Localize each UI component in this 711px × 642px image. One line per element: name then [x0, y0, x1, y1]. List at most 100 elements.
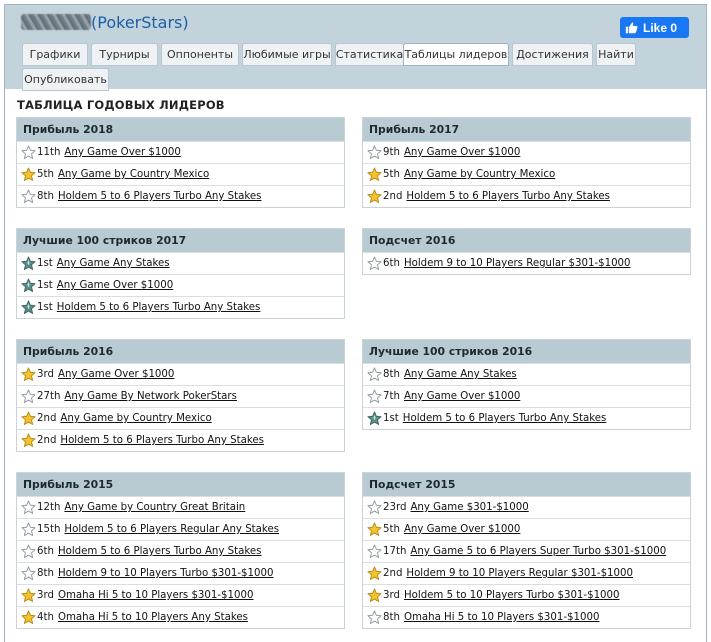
leaderboard-link[interactable]: Any Game by Country Great Britain [64, 502, 245, 513]
rank-place: 1st [383, 413, 399, 424]
leaderboard-row: 3rd Omaha Hi 5 to 10 Players $301-$1000 [17, 584, 344, 606]
section-title: ТАБЛИЦА ГОДОВЫХ ЛИДЕРОВ [17, 98, 225, 112]
leaderboard-link[interactable]: Any Game Any Stakes [57, 258, 170, 269]
like-button-label: Like 0 [643, 20, 678, 35]
leaderboard-link[interactable]: Any Game by Country Mexico [404, 169, 555, 180]
rank-place: 3rd [383, 590, 400, 601]
rank-place: 6th [383, 258, 400, 269]
silver-star-icon [21, 500, 36, 514]
leaderboard-link[interactable]: Holdem 9 to 10 Players Regular $301-$100… [404, 258, 631, 269]
leaderboard-row: 7th Any Game Over $1000 [363, 385, 690, 407]
silver-star-icon [21, 189, 36, 203]
leaderboard-row: 1st Any Game Any Stakes [17, 252, 344, 274]
silver-star-icon [367, 256, 382, 270]
leaderboard-link[interactable]: Any Game $301-$1000 [410, 502, 528, 513]
rank-place: 12th [37, 502, 61, 513]
card-profit-2017: Прибыль 2017 9th Any Game Over $1000 5th Any… [362, 117, 691, 208]
page-header: (PokerStars) Like 0 Графики Турниры Оппоне… [5, 5, 706, 91]
leaderboard-link[interactable]: Holdem 5 to 6 Players Turbo Any Stakes [58, 191, 262, 202]
gold-star-icon [367, 522, 382, 536]
leaderboard-link[interactable]: Any Game By Network PokerStars [64, 391, 237, 402]
rank-place: 2nd [37, 413, 57, 424]
leaderboard-row: 6th Holdem 5 to 6 Players Turbo Any Stake… [17, 540, 344, 562]
leaderboard-link[interactable]: Holdem 5 to 6 Players Turbo Any Stakes [406, 191, 610, 202]
card-title: Прибыль 2017 [363, 118, 690, 141]
page-title: (PokerStars) [21, 13, 189, 32]
rank-place: 8th [383, 369, 400, 380]
card-top100-streaks-2016: Лучшие 100 стриков 2016 8th Any Game Any S… [362, 339, 691, 430]
leaderboard-row: 12th Any Game by Country Great Britain [17, 496, 344, 518]
card-title: Прибыль 2015 [17, 473, 344, 496]
silver-star-icon [367, 389, 382, 403]
silver-star-icon [21, 544, 36, 558]
tab-leaderboards[interactable]: Таблицы лидеров [403, 43, 509, 66]
leaderboard-link[interactable]: Holdem 5 to 6 Players Turbo Any Stakes [57, 302, 261, 313]
silver-star-icon [367, 544, 382, 558]
tab-charts[interactable]: Графики [22, 43, 88, 66]
rank-place: 5th [37, 169, 54, 180]
leaderboard-link[interactable]: Holdem 9 to 10 Players Turbo $301-$1000 [58, 568, 274, 579]
leaderboard-link[interactable]: Any Game Over $1000 [57, 280, 173, 291]
leaderboard-link[interactable]: Holdem 5 to 6 Players Regular Any Stakes [64, 524, 279, 535]
leaderboard-link[interactable]: Holdem 5 to 6 Players Turbo Any Stakes [403, 413, 607, 424]
silver-star-icon [21, 389, 36, 403]
leaderboard-link[interactable]: Any Game Over $1000 [404, 524, 520, 535]
tab-opponents[interactable]: Оппоненты [161, 43, 239, 66]
gold-star-icon [21, 367, 36, 381]
gold-star-icon [367, 566, 382, 580]
leaderboard-row: 5th Any Game Over $1000 [363, 518, 690, 540]
rank-place: 2nd [37, 435, 57, 446]
tab-favorite-games[interactable]: Любимые игры [242, 43, 332, 66]
silver-star-icon [21, 566, 36, 580]
leaderboard-link[interactable]: Omaha Hi 5 to 10 Players $301-$1000 [58, 590, 254, 601]
leaderboard-link[interactable]: Any Game Any Stakes [404, 369, 517, 380]
tab-find[interactable]: Найти [596, 43, 636, 66]
thumbs-up-icon [625, 22, 638, 34]
silver-star-icon [367, 610, 382, 624]
leaderboard-link[interactable]: Any Game 5 to 6 Players Super Turbo $301… [410, 546, 666, 557]
leaderboard-row: 8th Holdem 5 to 6 Players Turbo Any Stake… [17, 185, 344, 207]
silver-star-icon [367, 367, 382, 381]
leaderboard-link[interactable]: Omaha Hi 5 to 10 Players $301-$1000 [404, 612, 600, 623]
card-title: Прибыль 2016 [17, 340, 344, 363]
leaderboard-link[interactable]: Any Game Over $1000 [64, 147, 180, 158]
leaderboard-row: 2nd Holdem 5 to 6 Players Turbo Any Stake… [17, 429, 344, 451]
rank-place: 9th [383, 147, 400, 158]
leaderboard-link[interactable]: Holdem 9 to 10 Players Regular $301-$100… [406, 568, 633, 579]
leaderboards-window: (PokerStars) Like 0 Графики Турниры Оппоне… [4, 4, 707, 642]
rank-place: 4th [37, 612, 54, 623]
leaderboard-link[interactable]: Any Game Over $1000 [404, 147, 520, 158]
leaderboard-link[interactable]: Holdem 5 to 6 Players Turbo Any Stakes [60, 435, 264, 446]
rank-place: 3rd [37, 590, 54, 601]
leaderboard-link[interactable]: Any Game Over $1000 [58, 369, 174, 380]
card-profit-2018: Прибыль 2018 11th Any Game Over $1000 5th An… [16, 117, 345, 208]
rank-place: 1st [37, 302, 53, 313]
leaderboard-link[interactable]: Any Game by Country Mexico [60, 413, 211, 424]
leaderboard-link[interactable]: Omaha Hi 5 to 10 Players Any Stakes [58, 612, 248, 623]
leaderboard-row: 15th Holdem 5 to 6 Players Regular Any St… [17, 518, 344, 540]
facebook-like-button[interactable]: Like 0 [620, 17, 689, 38]
leaderboard-row: 27th Any Game By Network PokerStars [17, 385, 344, 407]
teal-star-icon [367, 411, 382, 425]
tab-tournaments[interactable]: Турниры [91, 43, 158, 66]
leaderboard-link[interactable]: Any Game Over $1000 [404, 391, 520, 402]
card-count-2015: Подсчет 2015 23rd Any Game $301-$1000 5th An… [362, 472, 691, 629]
rank-place: 15th [37, 524, 61, 535]
tab-achievements[interactable]: Достижения [512, 43, 593, 66]
tab-statistics[interactable]: Статистика [335, 43, 404, 66]
rank-place: 5th [383, 169, 400, 180]
site-name[interactable]: PokerStars [97, 13, 182, 32]
rank-place: 6th [37, 546, 54, 557]
leaderboard-link[interactable]: Holdem 5 to 6 Players Turbo Any Stakes [58, 546, 262, 557]
leaderboard-row: 3rd Holdem 5 to 10 Players Turbo $301-$10… [363, 584, 690, 606]
leaderboard-link[interactable]: Holdem 5 to 10 Players Turbo $301-$1000 [404, 590, 620, 601]
card-top100-streaks-2017: Лучшие 100 стриков 2017 1st Any Game Any S… [16, 228, 345, 319]
card-title: Лучшие 100 стриков 2016 [363, 340, 690, 363]
rank-place: 17th [383, 546, 407, 557]
teal-star-icon [21, 278, 36, 292]
leaderboard-link[interactable]: Any Game by Country Mexico [58, 169, 209, 180]
leaderboard-row: 2nd Holdem 9 to 10 Players Regular $301-$… [363, 562, 690, 584]
leaderboard-row: 1st Any Game Over $1000 [17, 274, 344, 296]
tab-publish[interactable]: Опубликовать [22, 68, 109, 91]
leaderboard-row: 3rd Any Game Over $1000 [17, 363, 344, 385]
